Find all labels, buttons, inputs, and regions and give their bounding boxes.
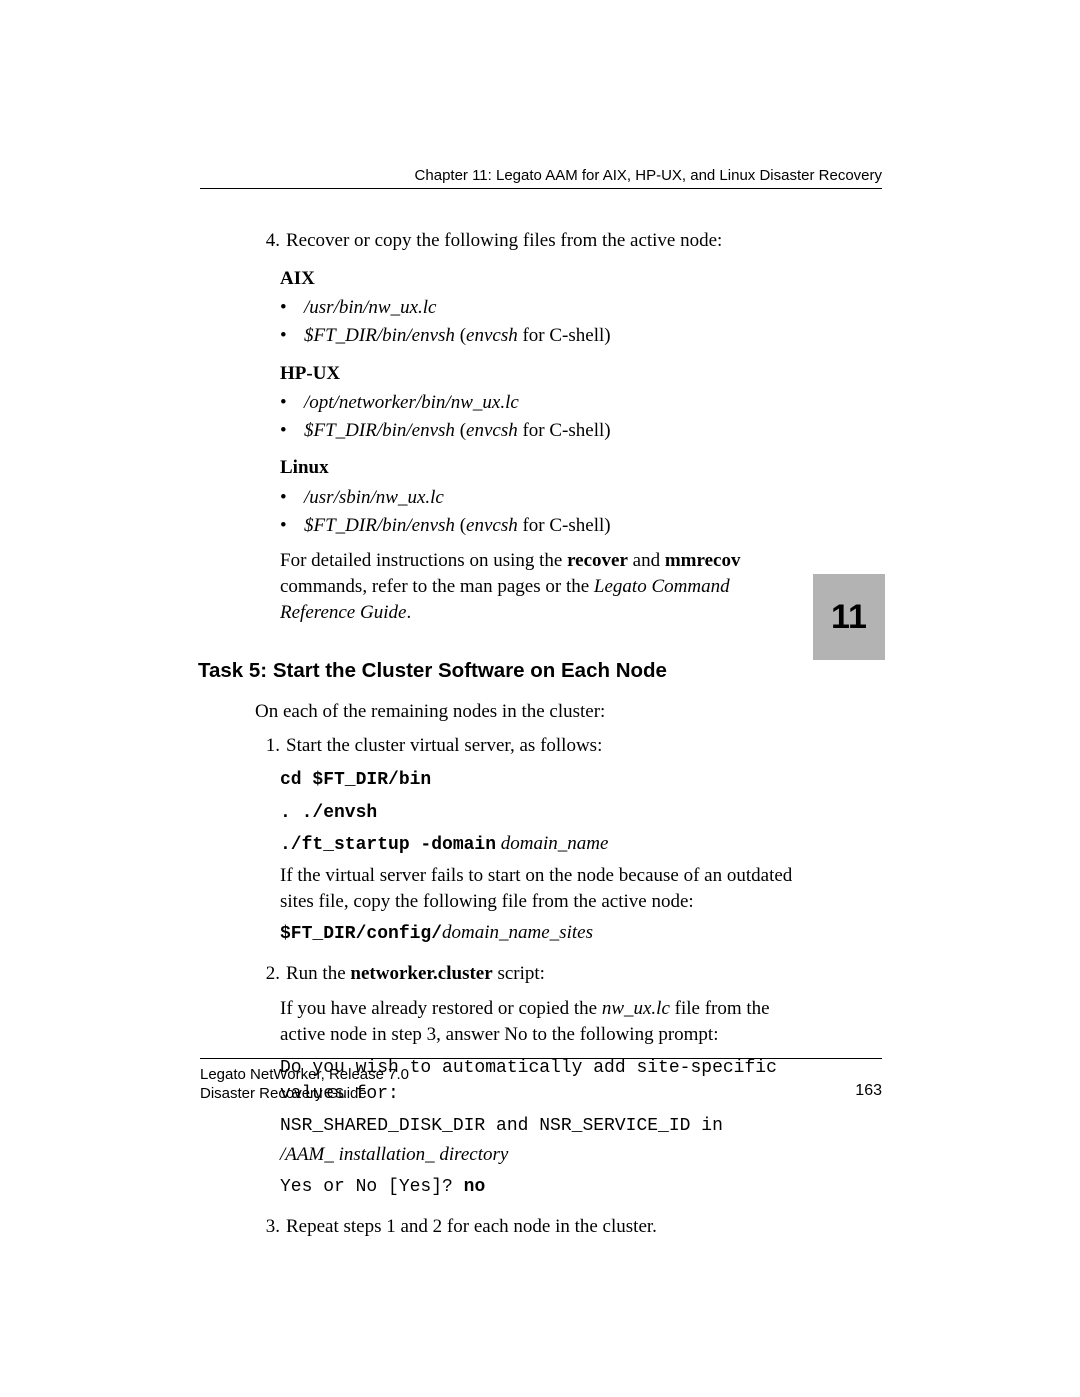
footer-rule [200,1058,882,1059]
bullet-item: • /usr/sbin/nw_ux.lc [280,485,798,511]
bullet-item: • /opt/networker/bin/nw_ux.lc [280,390,798,416]
footer-guide: Disaster Recovery Guide [200,1085,409,1104]
os-label-hpux: HP-UX [280,361,798,387]
prompt-answer: Yes or No [Yes]? no [280,1173,798,1199]
path-text: /opt/networker/bin/nw_ux.lc [304,392,519,413]
chapter-tab: 11 [813,574,885,660]
step-text: Repeat steps 1 and 2 for each node in th… [286,1214,657,1240]
step-text: Run the networker.cluster script: [286,961,545,987]
task-5-intro: On each of the remaining nodes in the cl… [255,699,798,725]
footer-left: Legato NetWorker, Release 7.0 Disaster R… [200,1066,409,1104]
task5-step-3: 3. Repeat steps 1 and 2 for each node in… [253,1214,798,1240]
bullet-item: • /usr/bin/nw_ux.lc [280,295,798,321]
header-rule [200,188,882,189]
bullet-item: • $FT_DIR/bin/envsh (envcsh for C-shell) [280,513,798,539]
fail-note: If the virtual server fails to start on … [280,863,798,914]
task5-step-1: 1. Start the cluster virtual server, as … [253,733,798,759]
step-number: 4. [253,228,286,254]
bullet-marker: • [280,513,304,539]
chapter-header: Chapter 11: Legato AAM for AIX, HP-UX, a… [415,167,882,184]
path-text: $FT_DIR/bin/envsh (envcsh for C-shell) [304,418,611,444]
bullet-item: • $FT_DIR/bin/envsh (envcsh for C-shell) [280,323,798,349]
step-text: Start the cluster virtual server, as fol… [286,733,602,759]
page-number: 163 [855,1082,882,1100]
prompt-line: /AAM_ installation_ directory [280,1144,508,1165]
chapter-tab-number: 11 [831,598,867,637]
page: Chapter 11: Legato AAM for AIX, HP-UX, a… [0,0,1080,1397]
step-4: 4. Recover or copy the following files f… [253,228,798,254]
os-label-linux: Linux [280,455,798,481]
path-text: /usr/sbin/nw_ux.lc [304,487,444,508]
footer-product: Legato NetWorker, Release 7.0 [200,1066,409,1085]
config-path: $FT_DIR/config/domain_name_sites [280,920,798,946]
step-number: 1. [253,733,286,759]
reference-paragraph: For detailed instructions on using the r… [280,548,798,625]
os-label-aix: AIX [280,266,798,292]
step-number: 3. [253,1214,286,1240]
bullet-marker: • [280,485,304,511]
task5-step-2: 2. Run the networker.cluster script: [253,961,798,987]
restored-note: If you have already restored or copied t… [280,996,798,1047]
bullet-item: • $FT_DIR/bin/envsh (envcsh for C-shell) [280,418,798,444]
step-text: Recover or copy the following files from… [286,228,722,254]
bullet-marker: • [280,323,304,349]
task-5-heading: Task 5: Start the Cluster Software on Ea… [198,657,798,685]
bullet-marker: • [280,418,304,444]
step-number: 2. [253,961,286,987]
bullet-marker: • [280,390,304,416]
path-text: $FT_DIR/bin/envsh (envcsh for C-shell) [304,323,611,349]
command: . ./envsh [280,803,377,823]
command: cd $FT_DIR/bin [280,770,431,790]
command: ./ft_startup -domain domain_name [280,831,798,857]
prompt-line: NSR_SHARED_DISK_DIR and NSR_SERVICE_ID i… [280,1116,723,1136]
bullet-marker: • [280,295,304,321]
path-text: $FT_DIR/bin/envsh (envcsh for C-shell) [304,513,611,539]
path-text: /usr/bin/nw_ux.lc [304,297,436,318]
